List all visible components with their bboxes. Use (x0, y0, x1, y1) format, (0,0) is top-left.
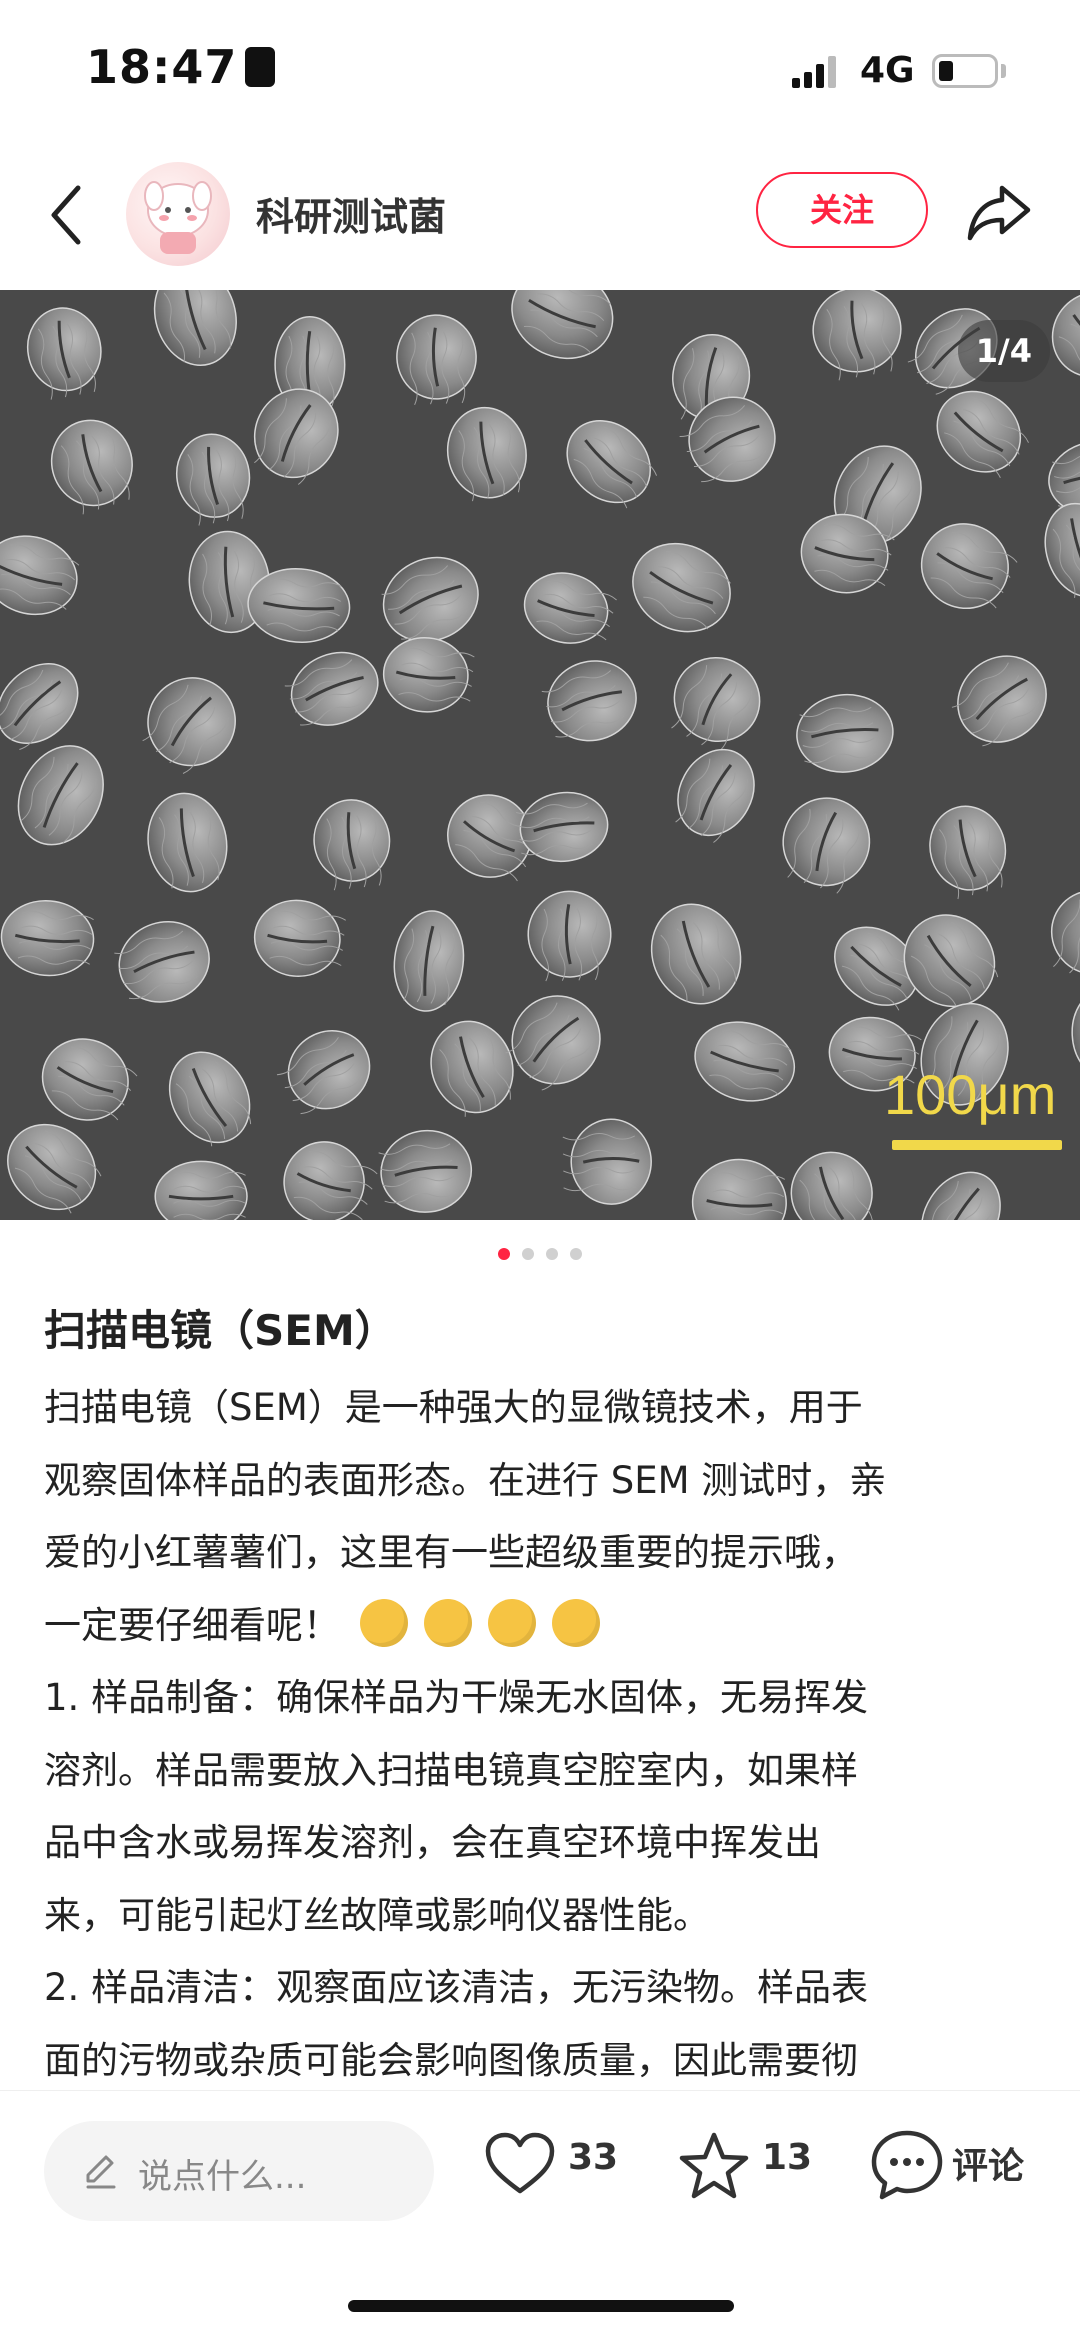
post-body-line: 2. 样品清洁：观察面应该清洁，无污染物。样品表 (44, 1966, 869, 2009)
network-type: 4G (860, 50, 915, 91)
comment-label[interactable]: 评论 (952, 2137, 1024, 2189)
home-indicator (348, 2300, 734, 2312)
like-count[interactable]: 33 (568, 2137, 618, 2178)
monocle-face-emoji-icon (359, 1599, 408, 1647)
id-badge-icon (245, 46, 276, 87)
avatar[interactable] (126, 162, 230, 266)
carousel-dot[interactable] (570, 1248, 582, 1260)
comment-placeholder: 说点什么... (138, 2157, 307, 2197)
image-carousel[interactable]: 1/4 100μm (0, 290, 1080, 1220)
status-time: 18:47 (86, 40, 276, 94)
post-body-line: 爱的小红薯薯们，这里有一些超级重要的提示哦， (44, 1531, 858, 1574)
star-collect-icon[interactable] (678, 2131, 750, 2201)
pencil-icon (86, 2155, 116, 2189)
post-body-line: 来，可能引起灯丝故障或影响仪器性能。 (44, 1893, 710, 1937)
post-body-line: 扫描电镜（SEM）是一种强大的显微镜技术，用于 (44, 1386, 863, 1429)
post-body-line: 品中含水或易挥发溶剂，会在真空环境中挥发出 (44, 1821, 821, 1864)
comment-input[interactable]: 说点什么... (44, 2121, 434, 2221)
battery-icon (932, 54, 998, 88)
post-content: 扫描电镜（SEM） 扫描电镜（SEM）是一种强大的显微镜技术，用于 观察固体样品… (44, 1296, 1044, 2097)
author-name[interactable]: 科研测试菌 (256, 186, 446, 241)
monocle-face-emoji-icon (487, 1599, 536, 1647)
heart-like-icon[interactable] (484, 2131, 556, 2197)
post-body-line: 溶剂。样品需要放入扫描电镜真空腔室内，如果样 (44, 1748, 858, 1792)
post-body-line-with-emoji: 一定要仔细看呢！ (44, 1590, 1044, 1663)
post-body-line: 面的污物或杂质可能会影响图像质量，因此需要彻 (44, 2038, 858, 2082)
page-counter: 1/4 (957, 320, 1050, 382)
comment-bubble-icon[interactable] (870, 2129, 944, 2201)
carousel-dot[interactable] (522, 1248, 534, 1260)
scale-bar-label: 100μm (884, 1063, 1057, 1126)
post-body-text: 一定要仔细看呢！ (44, 1603, 340, 1647)
status-bar: 18:47 4G (0, 0, 1080, 140)
status-time-text: 18:47 (86, 40, 238, 94)
collect-count[interactable]: 13 (762, 2137, 812, 2178)
post-body-line: 观察固体样品的表面形态。在进行 SEM 测试时，亲 (44, 1458, 887, 1502)
back-arrow-icon[interactable] (44, 180, 94, 250)
carousel-dot[interactable] (498, 1248, 510, 1260)
scale-bar (892, 1140, 1062, 1150)
monocle-face-emoji-icon (423, 1599, 472, 1647)
monocle-face-emoji-icon (551, 1599, 600, 1647)
post-header: 科研测试菌 关注 (0, 140, 1080, 290)
post-title: 扫描电镜（SEM） (44, 1306, 397, 1355)
carousel-indicator (0, 1248, 1080, 1260)
battery-tip (1001, 64, 1006, 78)
signal-icon (792, 56, 836, 88)
post-body-line: 1. 样品制备：确保样品为干燥无水固体，无易挥发 (44, 1676, 869, 1719)
carousel-dot[interactable] (546, 1248, 558, 1260)
share-icon[interactable] (964, 180, 1034, 246)
follow-button[interactable]: 关注 (756, 172, 928, 248)
